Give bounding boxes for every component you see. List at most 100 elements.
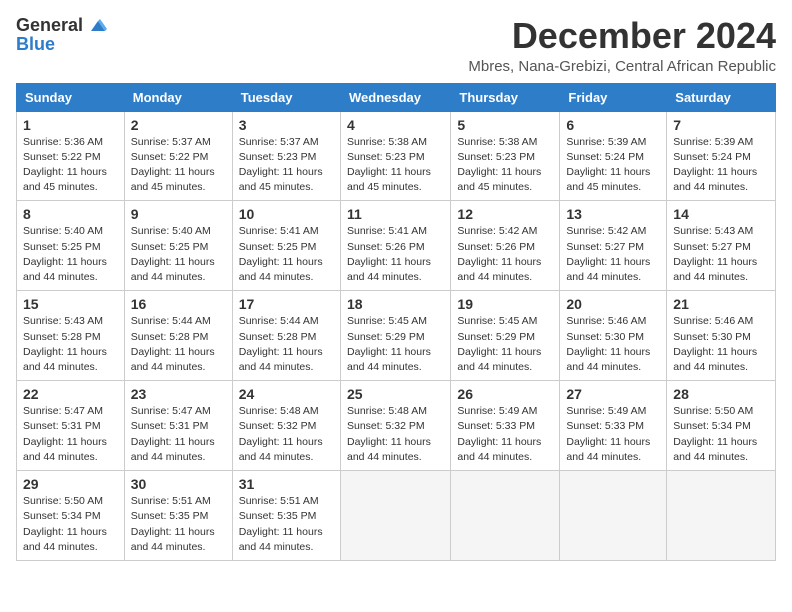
day-info: Sunrise: 5:50 AMSunset: 5:34 PMDaylight:… <box>673 405 757 463</box>
calendar-cell: 24 Sunrise: 5:48 AMSunset: 5:32 PMDaylig… <box>232 381 340 471</box>
col-monday: Monday <box>124 83 232 111</box>
day-number: 30 <box>131 476 226 492</box>
calendar-cell: 29 Sunrise: 5:50 AMSunset: 5:34 PMDaylig… <box>17 471 125 561</box>
calendar-cell: 10 Sunrise: 5:41 AMSunset: 5:25 PMDaylig… <box>232 201 340 291</box>
day-number: 27 <box>566 386 660 402</box>
calendar-cell: 13 Sunrise: 5:42 AMSunset: 5:27 PMDaylig… <box>560 201 667 291</box>
day-number: 25 <box>347 386 444 402</box>
day-info: Sunrise: 5:43 AMSunset: 5:28 PMDaylight:… <box>23 315 107 373</box>
day-number: 7 <box>673 117 769 133</box>
calendar-week-row: 22 Sunrise: 5:47 AMSunset: 5:31 PMDaylig… <box>17 381 776 471</box>
day-number: 4 <box>347 117 444 133</box>
calendar-cell: 21 Sunrise: 5:46 AMSunset: 5:30 PMDaylig… <box>667 291 776 381</box>
calendar-cell: 30 Sunrise: 5:51 AMSunset: 5:35 PMDaylig… <box>124 471 232 561</box>
day-info: Sunrise: 5:41 AMSunset: 5:26 PMDaylight:… <box>347 225 431 283</box>
calendar-cell: 17 Sunrise: 5:44 AMSunset: 5:28 PMDaylig… <box>232 291 340 381</box>
day-info: Sunrise: 5:37 AMSunset: 5:23 PMDaylight:… <box>239 136 323 194</box>
calendar-cell: 14 Sunrise: 5:43 AMSunset: 5:27 PMDaylig… <box>667 201 776 291</box>
day-info: Sunrise: 5:43 AMSunset: 5:27 PMDaylight:… <box>673 225 757 283</box>
day-info: Sunrise: 5:51 AMSunset: 5:35 PMDaylight:… <box>131 495 215 553</box>
col-friday: Friday <box>560 83 667 111</box>
day-number: 23 <box>131 386 226 402</box>
calendar-cell: 12 Sunrise: 5:42 AMSunset: 5:26 PMDaylig… <box>451 201 560 291</box>
calendar-cell: 15 Sunrise: 5:43 AMSunset: 5:28 PMDaylig… <box>17 291 125 381</box>
calendar-cell: 8 Sunrise: 5:40 AMSunset: 5:25 PMDayligh… <box>17 201 125 291</box>
day-number: 5 <box>457 117 553 133</box>
logo-icon <box>89 19 107 33</box>
calendar-cell: 31 Sunrise: 5:51 AMSunset: 5:35 PMDaylig… <box>232 471 340 561</box>
calendar-cell: 28 Sunrise: 5:50 AMSunset: 5:34 PMDaylig… <box>667 381 776 471</box>
calendar-cell: 3 Sunrise: 5:37 AMSunset: 5:23 PMDayligh… <box>232 111 340 201</box>
day-number: 15 <box>23 296 118 312</box>
day-number: 1 <box>23 117 118 133</box>
calendar-cell <box>560 471 667 561</box>
calendar-cell: 16 Sunrise: 5:44 AMSunset: 5:28 PMDaylig… <box>124 291 232 381</box>
day-info: Sunrise: 5:51 AMSunset: 5:35 PMDaylight:… <box>239 495 323 553</box>
calendar-cell <box>340 471 450 561</box>
day-info: Sunrise: 5:45 AMSunset: 5:29 PMDaylight:… <box>347 315 431 373</box>
calendar-cell: 1 Sunrise: 5:36 AMSunset: 5:22 PMDayligh… <box>17 111 125 201</box>
day-number: 6 <box>566 117 660 133</box>
day-info: Sunrise: 5:40 AMSunset: 5:25 PMDaylight:… <box>23 225 107 283</box>
day-number: 16 <box>131 296 226 312</box>
day-number: 9 <box>131 206 226 222</box>
calendar-week-row: 29 Sunrise: 5:50 AMSunset: 5:34 PMDaylig… <box>17 471 776 561</box>
calendar-cell: 23 Sunrise: 5:47 AMSunset: 5:31 PMDaylig… <box>124 381 232 471</box>
calendar-cell: 9 Sunrise: 5:40 AMSunset: 5:25 PMDayligh… <box>124 201 232 291</box>
day-number: 13 <box>566 206 660 222</box>
page-header: General Blue December 2024 Mbres, Nana-G… <box>16 16 776 75</box>
day-number: 11 <box>347 206 444 222</box>
col-sunday: Sunday <box>17 83 125 111</box>
day-info: Sunrise: 5:47 AMSunset: 5:31 PMDaylight:… <box>131 405 215 463</box>
calendar-cell: 2 Sunrise: 5:37 AMSunset: 5:22 PMDayligh… <box>124 111 232 201</box>
day-info: Sunrise: 5:46 AMSunset: 5:30 PMDaylight:… <box>673 315 757 373</box>
calendar-week-row: 8 Sunrise: 5:40 AMSunset: 5:25 PMDayligh… <box>17 201 776 291</box>
day-number: 8 <box>23 206 118 222</box>
day-number: 21 <box>673 296 769 312</box>
calendar-cell <box>667 471 776 561</box>
calendar-cell: 27 Sunrise: 5:49 AMSunset: 5:33 PMDaylig… <box>560 381 667 471</box>
calendar-cell: 26 Sunrise: 5:49 AMSunset: 5:33 PMDaylig… <box>451 381 560 471</box>
calendar-week-row: 15 Sunrise: 5:43 AMSunset: 5:28 PMDaylig… <box>17 291 776 381</box>
calendar-cell: 19 Sunrise: 5:45 AMSunset: 5:29 PMDaylig… <box>451 291 560 381</box>
calendar-week-row: 1 Sunrise: 5:36 AMSunset: 5:22 PMDayligh… <box>17 111 776 201</box>
day-number: 17 <box>239 296 334 312</box>
title-section: December 2024 Mbres, Nana-Grebizi, Centr… <box>468 16 776 75</box>
calendar-cell: 11 Sunrise: 5:41 AMSunset: 5:26 PMDaylig… <box>340 201 450 291</box>
day-info: Sunrise: 5:38 AMSunset: 5:23 PMDaylight:… <box>457 136 541 194</box>
calendar-cell: 22 Sunrise: 5:47 AMSunset: 5:31 PMDaylig… <box>17 381 125 471</box>
day-info: Sunrise: 5:44 AMSunset: 5:28 PMDaylight:… <box>131 315 215 373</box>
day-info: Sunrise: 5:38 AMSunset: 5:23 PMDaylight:… <box>347 136 431 194</box>
col-thursday: Thursday <box>451 83 560 111</box>
day-number: 24 <box>239 386 334 402</box>
day-info: Sunrise: 5:49 AMSunset: 5:33 PMDaylight:… <box>566 405 650 463</box>
day-info: Sunrise: 5:50 AMSunset: 5:34 PMDaylight:… <box>23 495 107 553</box>
calendar-cell: 18 Sunrise: 5:45 AMSunset: 5:29 PMDaylig… <box>340 291 450 381</box>
day-number: 20 <box>566 296 660 312</box>
day-number: 18 <box>347 296 444 312</box>
day-number: 22 <box>23 386 118 402</box>
day-info: Sunrise: 5:39 AMSunset: 5:24 PMDaylight:… <box>566 136 650 194</box>
calendar-cell <box>451 471 560 561</box>
col-wednesday: Wednesday <box>340 83 450 111</box>
calendar-cell: 25 Sunrise: 5:48 AMSunset: 5:32 PMDaylig… <box>340 381 450 471</box>
day-info: Sunrise: 5:40 AMSunset: 5:25 PMDaylight:… <box>131 225 215 283</box>
day-info: Sunrise: 5:42 AMSunset: 5:27 PMDaylight:… <box>566 225 650 283</box>
calendar-cell: 4 Sunrise: 5:38 AMSunset: 5:23 PMDayligh… <box>340 111 450 201</box>
calendar-cell: 20 Sunrise: 5:46 AMSunset: 5:30 PMDaylig… <box>560 291 667 381</box>
day-number: 26 <box>457 386 553 402</box>
col-tuesday: Tuesday <box>232 83 340 111</box>
day-info: Sunrise: 5:41 AMSunset: 5:25 PMDaylight:… <box>239 225 323 283</box>
day-info: Sunrise: 5:42 AMSunset: 5:26 PMDaylight:… <box>457 225 541 283</box>
calendar-cell: 5 Sunrise: 5:38 AMSunset: 5:23 PMDayligh… <box>451 111 560 201</box>
col-saturday: Saturday <box>667 83 776 111</box>
day-number: 29 <box>23 476 118 492</box>
month-title: December 2024 <box>468 16 776 56</box>
day-number: 14 <box>673 206 769 222</box>
calendar-header-row: Sunday Monday Tuesday Wednesday Thursday… <box>17 83 776 111</box>
day-info: Sunrise: 5:48 AMSunset: 5:32 PMDaylight:… <box>347 405 431 463</box>
subtitle: Mbres, Nana-Grebizi, Central African Rep… <box>468 58 776 75</box>
day-number: 10 <box>239 206 334 222</box>
calendar-cell: 6 Sunrise: 5:39 AMSunset: 5:24 PMDayligh… <box>560 111 667 201</box>
day-number: 12 <box>457 206 553 222</box>
